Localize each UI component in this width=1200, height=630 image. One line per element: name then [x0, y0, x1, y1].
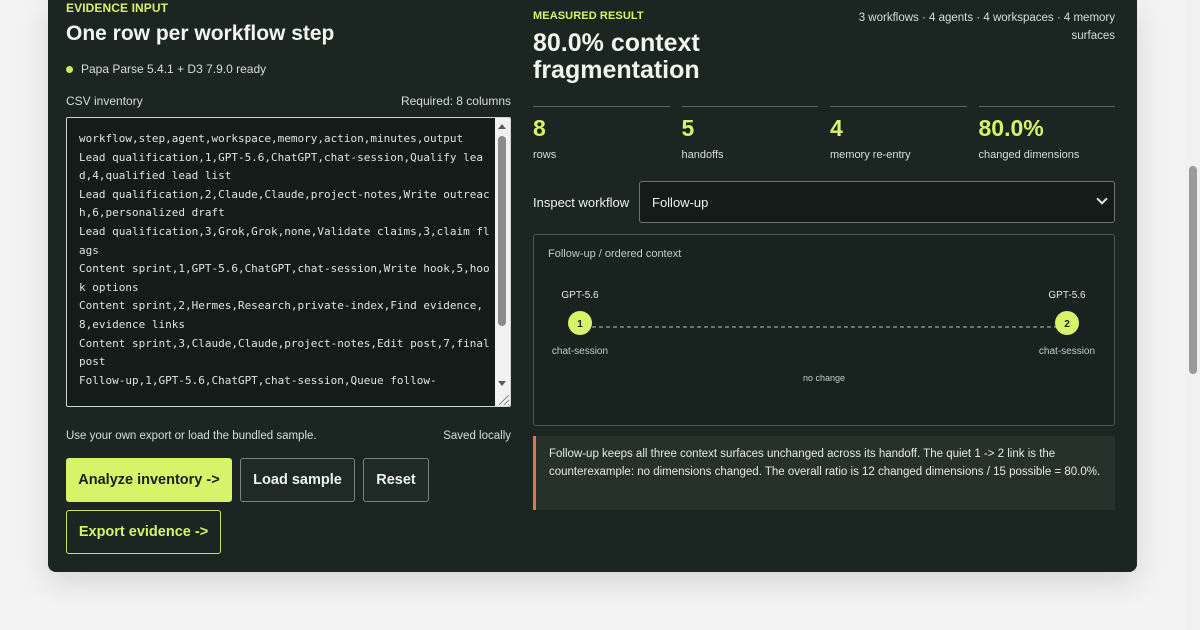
- step-memory-label: chat-session: [552, 346, 608, 357]
- stat-label: changed dimensions: [978, 149, 1080, 161]
- workflow-select-value[interactable]: Follow-up: [652, 195, 708, 210]
- link-label: no change: [803, 373, 845, 383]
- workflow-visualization: Follow-up / ordered context GPT-5.6 1 ch…: [533, 234, 1115, 426]
- stat-value: 5: [681, 115, 695, 141]
- step-number: 2: [1064, 319, 1070, 330]
- csv-textarea[interactable]: workflow,step,agent,workspace,memory,act…: [66, 117, 511, 407]
- stat-value: 4: [830, 115, 843, 141]
- stat-value: 80.0%: [978, 115, 1044, 141]
- saved-status: Saved locally: [443, 430, 511, 442]
- step-agent-label: GPT-5.6: [561, 290, 599, 301]
- stats-row: 8 rows 5 handoffs 4 memory re-entry 80.0…: [533, 106, 1115, 161]
- csv-textarea-content[interactable]: workflow,step,agent,workspace,memory,act…: [79, 130, 491, 390]
- load-sample-button[interactable]: Load sample: [240, 458, 355, 502]
- evidence-input-eyebrow: EVIDENCE INPUT: [66, 1, 169, 15]
- resize-grip-icon[interactable]: [499, 395, 509, 405]
- stat-value: 8: [533, 115, 546, 141]
- inventory-summary: 3 workflows · 4 agents · 4 workspaces · …: [858, 12, 1115, 42]
- result-title: 80.0% context fragmentation: [533, 29, 700, 84]
- stat-changed-dimensions: 80.0% changed dimensions: [978, 106, 1115, 161]
- step-agent-label: GPT-5.6: [1048, 290, 1086, 301]
- page-scrollbar-thumb[interactable]: [1189, 166, 1197, 374]
- csv-required-label: Required: 8 columns: [400, 94, 511, 108]
- reset-button[interactable]: Reset: [363, 458, 429, 502]
- main-panel: EVIDENCE INPUT One row per workflow step…: [48, 0, 1137, 572]
- stat-rows: 8 rows: [533, 106, 670, 161]
- inspect-workflow-label: Inspect workflow: [533, 195, 630, 210]
- stat-handoffs: 5 handoffs: [681, 106, 818, 161]
- csv-scrollbar-thumb[interactable]: [498, 136, 506, 326]
- page-scrollbar[interactable]: [1185, 0, 1200, 630]
- step-memory-label: chat-session: [1039, 346, 1095, 357]
- library-status-text: Papa Parse 5.4.1 + D3 7.9.0 ready: [81, 62, 267, 76]
- csv-inventory-label: CSV inventory: [66, 94, 143, 108]
- scroll-up-icon[interactable]: [498, 124, 506, 129]
- export-evidence-button[interactable]: Export evidence ->: [66, 510, 221, 554]
- workflow-diagram: GPT-5.6 1 chat-session GPT-5.6 2 chat-se…: [552, 290, 1095, 383]
- workflow-select[interactable]: Follow-up: [639, 181, 1115, 223]
- analyze-inventory-button[interactable]: Analyze inventory ->: [66, 458, 232, 502]
- status-dot-icon: [66, 65, 73, 73]
- step-number: 1: [577, 319, 583, 330]
- input-hint: Use your own export or load the bundled …: [66, 430, 317, 442]
- stat-label: memory re-entry: [830, 149, 911, 161]
- insight-callout: Follow-up keeps all three context surfac…: [533, 436, 1115, 510]
- evidence-input-title: One row per workflow step: [66, 22, 335, 45]
- stat-label: handoffs: [681, 149, 724, 161]
- stat-memory-reentry: 4 memory re-entry: [830, 106, 967, 161]
- stat-label: rows: [533, 149, 557, 161]
- chevron-down-icon[interactable]: [1096, 193, 1108, 205]
- scroll-down-icon[interactable]: [498, 381, 506, 386]
- library-status: Papa Parse 5.4.1 + D3 7.9.0 ready: [66, 62, 266, 76]
- csv-scrollbar[interactable]: [495, 118, 510, 406]
- measured-result-eyebrow: MEASURED RESULT: [533, 10, 644, 22]
